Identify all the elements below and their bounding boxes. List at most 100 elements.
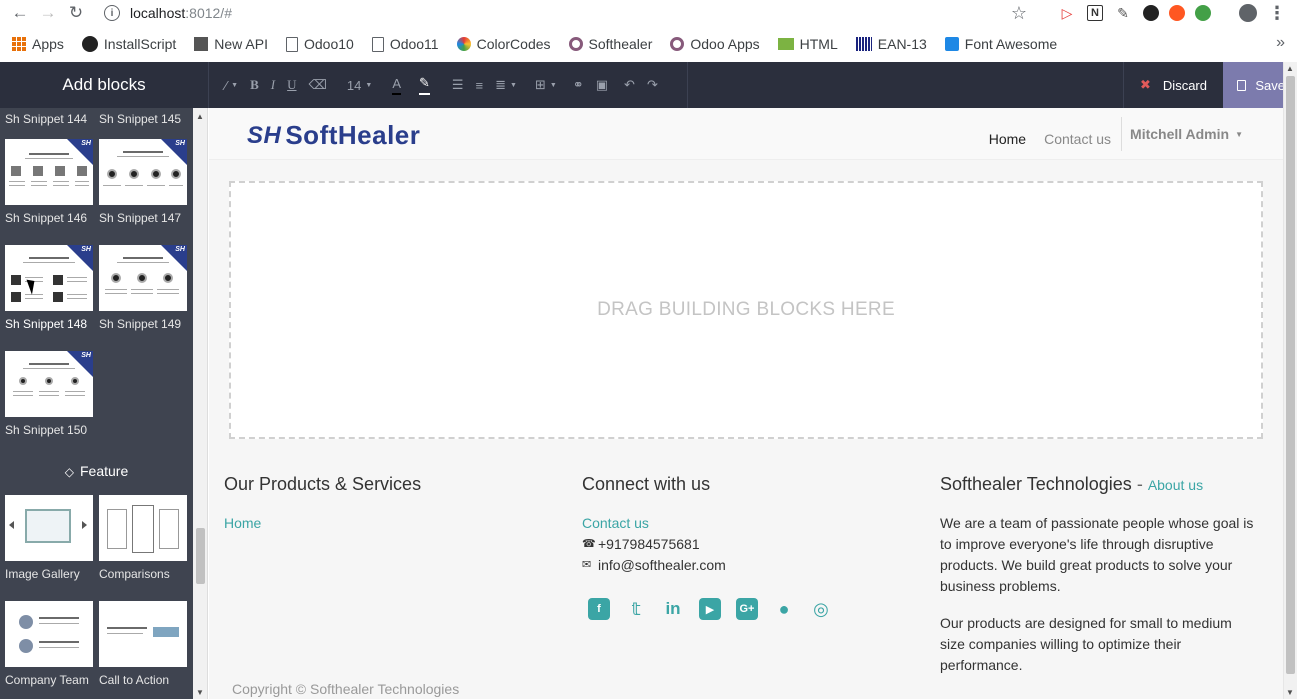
profile-icon[interactable] xyxy=(1239,4,1257,22)
reload-button[interactable]: ↻ xyxy=(62,1,90,25)
chevron-right-icon[interactable]: » xyxy=(1276,34,1285,52)
bookmark-star-icon[interactable]: ☆ xyxy=(1009,3,1029,23)
footer-link-contact[interactable]: Contact us xyxy=(582,513,832,534)
github-icon[interactable]: ● xyxy=(773,598,795,620)
align-dropdown[interactable]: ≣ ▼ xyxy=(495,77,517,93)
about-paragraph: Our products are designed for small to m… xyxy=(940,615,1232,673)
format-tools: ⁄ ▼ B I U ⌫ 14 ▼ A ✎ ☰ ≡ ≣ ▼ ⊞ ▼ ⚭ ▣ ↶ ↷ xyxy=(208,62,688,108)
bold-button[interactable]: B xyxy=(250,77,259,93)
ordered-list-icon[interactable]: ≡ xyxy=(476,78,484,93)
bookmark-html[interactable]: HTML xyxy=(777,36,838,52)
snippet-144[interactable]: Sh Snippet 144 xyxy=(5,108,93,126)
snippet-148[interactable]: SH Sh Snippet 148 xyxy=(5,245,93,331)
block-thumbnail xyxy=(99,601,187,667)
scroll-up-icon[interactable]: ▲ xyxy=(1286,64,1294,73)
page-scrollbar[interactable]: ▲ ▼ xyxy=(1283,62,1297,699)
footer-col-title: Softhealer Technologies - About us xyxy=(940,474,1260,495)
undo-icon[interactable]: ↶ xyxy=(624,77,635,93)
block-call-to-action[interactable]: Call to Action xyxy=(99,601,187,687)
instagram-icon[interactable]: ◎ xyxy=(810,598,832,620)
bookmark-installscript[interactable]: InstallScript xyxy=(81,36,176,52)
back-button[interactable]: ← xyxy=(6,1,34,25)
extension-icon[interactable]: ▷ xyxy=(1057,3,1077,23)
odoo-icon xyxy=(568,37,583,51)
block-thumbnail xyxy=(99,495,187,561)
bookmark-odoo-apps[interactable]: Odoo Apps xyxy=(670,36,760,52)
bookmark-colorcodes[interactable]: ColorCodes xyxy=(456,36,551,52)
snippet-145[interactable]: Sh Snippet 145 xyxy=(99,108,187,126)
background-color-button[interactable]: ✎ xyxy=(418,75,430,95)
scroll-thumb[interactable] xyxy=(196,528,205,584)
unordered-list-icon[interactable]: ☰ xyxy=(452,77,464,93)
site-logo[interactable]: SH SoftHealer xyxy=(247,120,420,151)
sidebar-scrollbar[interactable]: ▲ ▼ xyxy=(193,108,208,699)
info-icon[interactable]: i xyxy=(104,5,120,21)
footer-link-home[interactable]: Home xyxy=(224,513,421,534)
drop-zone[interactable]: DRAG BUILDING BLOCKS HERE xyxy=(229,181,1263,439)
style-dropdown[interactable]: ⁄ ▼ xyxy=(225,78,238,93)
font-size-dropdown[interactable]: 14 ▼ xyxy=(347,78,372,93)
nav-home[interactable]: Home xyxy=(989,131,1026,147)
company-name: Softhealer Technologies xyxy=(940,474,1132,494)
close-icon: ✖ xyxy=(1140,77,1151,92)
extension-n-icon[interactable]: N xyxy=(1087,5,1103,21)
google-plus-icon[interactable]: G+ xyxy=(736,598,758,620)
bookmark-odoo11[interactable]: Odoo11 xyxy=(371,36,439,52)
envelope-icon: ✉ xyxy=(582,559,592,571)
about-paragraph: We are a team of passionate people whose… xyxy=(940,515,1254,594)
extension-globe-icon[interactable] xyxy=(1195,5,1211,21)
table-dropdown[interactable]: ⊞ ▼ xyxy=(535,77,557,93)
about-us-link[interactable]: About us xyxy=(1148,477,1203,493)
snippet-147[interactable]: SH Sh Snippet 147 xyxy=(99,139,187,225)
scroll-thumb[interactable] xyxy=(1286,76,1295,674)
italic-button[interactable]: I xyxy=(271,77,275,93)
bookmark-apps[interactable]: Apps xyxy=(12,36,64,52)
bookmark-ean13[interactable]: EAN-13 xyxy=(855,36,927,52)
bookmark-new-api[interactable]: New API xyxy=(194,36,268,52)
facebook-icon[interactable]: f xyxy=(588,598,610,620)
color-wheel-icon xyxy=(456,37,471,51)
nav-contact-us[interactable]: Contact us xyxy=(1044,131,1111,147)
add-blocks-title: Add blocks xyxy=(62,75,146,94)
html-icon xyxy=(777,38,794,50)
forward-button[interactable]: → xyxy=(34,1,62,25)
email-text: info@softhealer.com xyxy=(598,557,726,573)
snippet-label: Sh Snippet 146 xyxy=(5,211,88,225)
extension-orange-icon[interactable] xyxy=(1169,5,1185,21)
image-icon[interactable]: ▣ xyxy=(596,77,608,93)
discard-button[interactable]: ✖ Discard xyxy=(1123,62,1223,108)
underline-button[interactable]: U xyxy=(287,77,296,93)
font-color-button[interactable]: A xyxy=(392,76,401,95)
youtube-icon[interactable]: ▶ xyxy=(699,598,721,620)
redo-icon[interactable]: ↷ xyxy=(647,77,658,93)
badge-text: SH xyxy=(175,246,185,253)
block-image-gallery[interactable]: Image Gallery xyxy=(5,495,93,581)
linkedin-icon[interactable]: in xyxy=(662,598,684,620)
snippet-146[interactable]: SH Sh Snippet 146 xyxy=(5,139,93,225)
extension-picker-icon[interactable]: ✎ xyxy=(1113,3,1133,23)
extension-dark-icon[interactable] xyxy=(1143,5,1159,21)
bookmark-font-awesome[interactable]: Font Awesome xyxy=(944,36,1057,52)
footer-email: ✉ info@softhealer.com xyxy=(582,555,832,576)
scroll-down-icon[interactable]: ▼ xyxy=(196,688,204,697)
scroll-up-icon[interactable]: ▲ xyxy=(196,112,204,121)
bookmark-softhealer[interactable]: Softhealer xyxy=(568,36,652,52)
snippet-149[interactable]: SH Sh Snippet 149 xyxy=(99,245,187,331)
browser-toolbar: ← → ↻ i localhost:8012/# ☆ ▷ N ✎ ⋮ xyxy=(0,0,1297,26)
scroll-down-icon[interactable]: ▼ xyxy=(1286,688,1294,697)
link-icon[interactable]: ⚭ xyxy=(573,77,584,93)
block-comparisons[interactable]: Comparisons xyxy=(99,495,187,581)
website-canvas: SH SoftHealer Home Contact us Mitchell Ad… xyxy=(209,108,1283,699)
bookmark-odoo10[interactable]: Odoo10 xyxy=(285,36,354,52)
user-menu[interactable]: Mitchell Admin ▼ xyxy=(1121,117,1243,151)
block-company-team[interactable]: Company Team xyxy=(5,601,93,687)
snippet-150[interactable]: SH Sh Snippet 150 xyxy=(5,351,93,437)
address-bar[interactable]: i localhost:8012/# xyxy=(104,5,232,21)
eraser-icon[interactable]: ⌫ xyxy=(309,77,327,93)
discard-label: Discard xyxy=(1162,77,1207,93)
chrome-menu-icon[interactable]: ⋮ xyxy=(1267,3,1287,23)
magic-wand-icon: ⁄ xyxy=(225,77,228,93)
footer-col-about: Softhealer Technologies - About us We ar… xyxy=(940,474,1260,692)
bookmarks-bar: Apps InstallScript New API Odoo10 Odoo11… xyxy=(0,30,1297,58)
twitter-icon[interactable]: 𝕥 xyxy=(625,598,647,620)
